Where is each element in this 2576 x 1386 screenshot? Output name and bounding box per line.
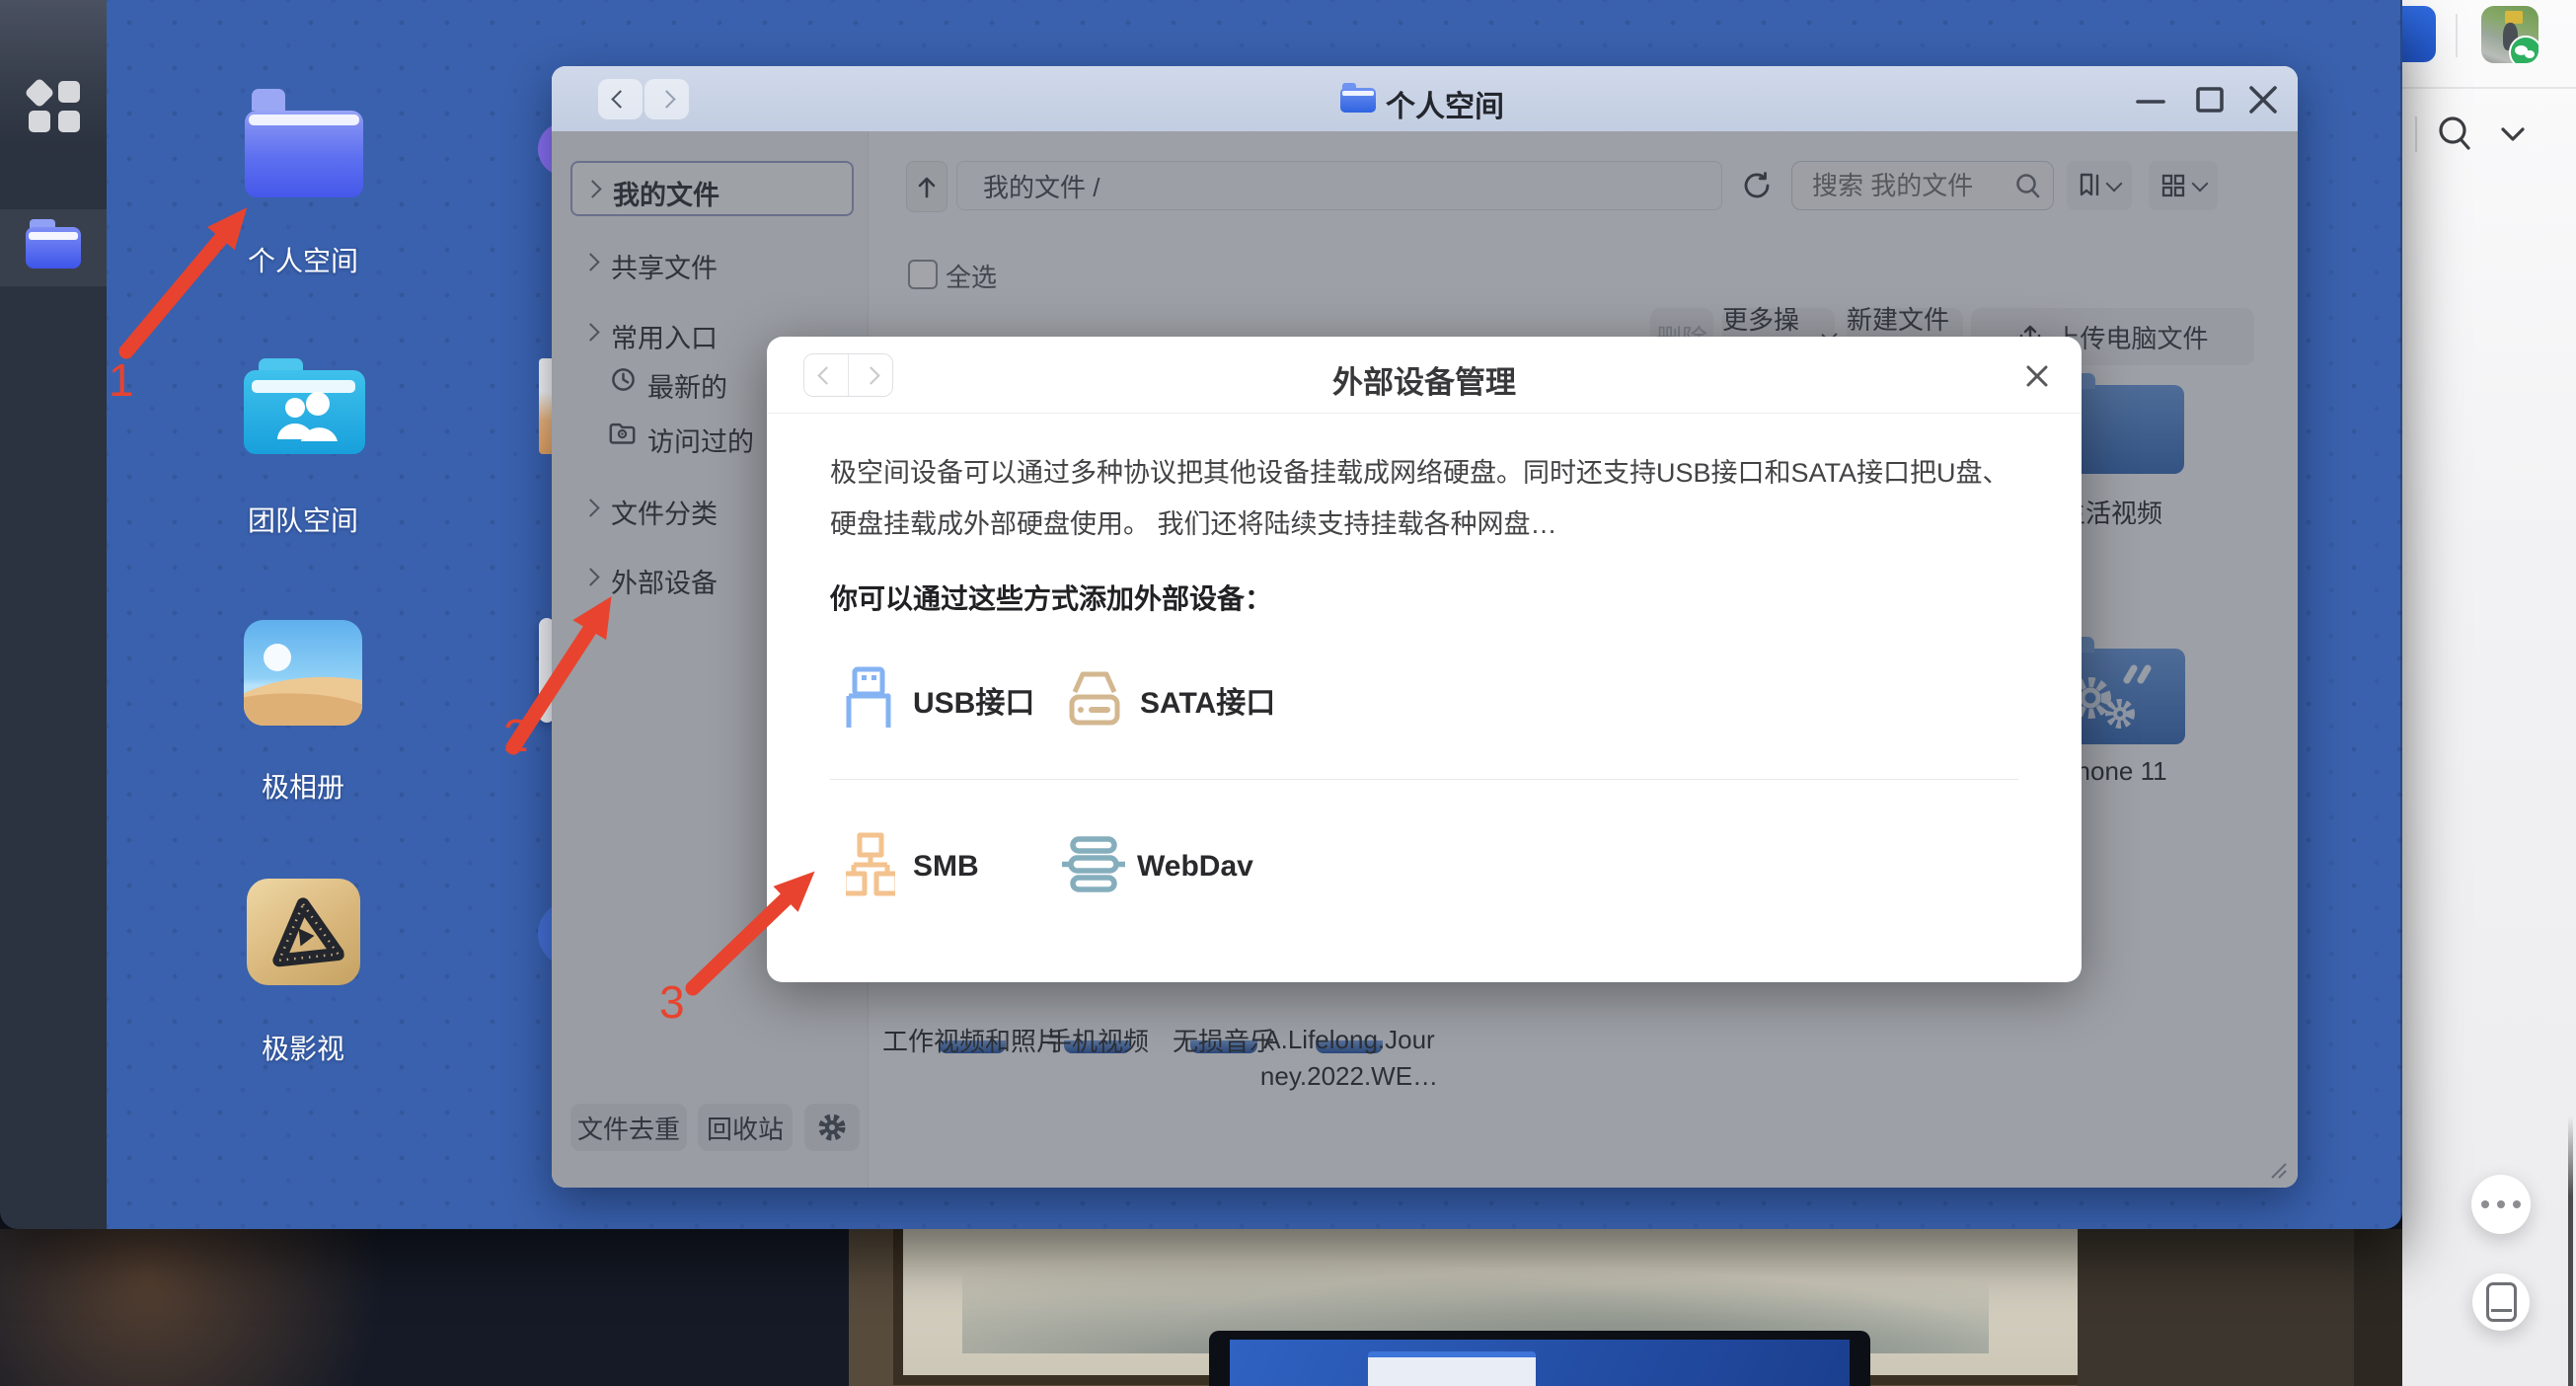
dot bbox=[2513, 1200, 2521, 1208]
webdav-stack-icon bbox=[1061, 836, 1126, 893]
external-device-modal: 外部设备管理 极空间设备可以通过多种协议把其他设备挂载成网络硬盘。同时还支持US… bbox=[767, 337, 2082, 982]
step-number-3: 3 bbox=[659, 975, 685, 1029]
people-icon bbox=[271, 390, 339, 445]
desktop-icon-photos[interactable] bbox=[244, 620, 362, 726]
folder-tab bbox=[252, 89, 285, 111]
option-usb[interactable]: USB接口 bbox=[842, 662, 1059, 733]
phone-icon bbox=[2486, 1282, 2517, 1322]
titlebar[interactable]: 个人空间 bbox=[552, 66, 2298, 131]
sata-drive-icon bbox=[1067, 668, 1122, 728]
tile bbox=[58, 111, 80, 132]
chevron-right-icon bbox=[657, 90, 675, 108]
step-number-1: 1 bbox=[109, 353, 134, 407]
dock bbox=[0, 0, 107, 1229]
desktop-icon-label[interactable]: 极影视 bbox=[185, 1028, 421, 1067]
photo-monitor bbox=[1209, 1331, 1870, 1386]
options-divider bbox=[830, 779, 2018, 780]
window-back-button[interactable] bbox=[598, 79, 643, 119]
screen: 个人空间 团队空间 极相册 极影视 bbox=[0, 0, 2576, 1386]
dot bbox=[2497, 1200, 2505, 1208]
wechat-badge-icon bbox=[2509, 36, 2538, 63]
modal-description: 极空间设备可以通过多种协议把其他设备挂载成网络硬盘。同时还支持USB接口和SAT… bbox=[830, 447, 2029, 550]
window-forward-button[interactable] bbox=[644, 79, 689, 119]
host-divider-h bbox=[2402, 87, 2576, 89]
wechat-bubble-2 bbox=[2525, 50, 2535, 58]
close-button[interactable] bbox=[2243, 80, 2283, 119]
tile bbox=[58, 81, 80, 103]
dot bbox=[2481, 1200, 2489, 1208]
minimize-button[interactable] bbox=[2131, 80, 2170, 119]
option-label: SATA接口 bbox=[1140, 678, 1275, 722]
background-photo bbox=[0, 1229, 2402, 1386]
option-label: SMB bbox=[913, 850, 979, 884]
option-sata[interactable]: SATA接口 bbox=[1067, 662, 1304, 733]
desktop-icon-label[interactable]: 个人空间 bbox=[185, 240, 421, 279]
chevron-down-icon[interactable] bbox=[2497, 122, 2529, 146]
modal-header: 外部设备管理 bbox=[767, 337, 2082, 414]
titlebar-folder-icon bbox=[1340, 83, 1376, 113]
option-label: WebDav bbox=[1137, 850, 1253, 884]
photo-shelf-band bbox=[2354, 1229, 2402, 1386]
monitor-screen bbox=[1230, 1340, 1850, 1386]
step-number-2: 2 bbox=[503, 709, 529, 762]
option-webdav[interactable]: WebDav bbox=[1061, 830, 1298, 919]
host-blue-button[interactable] bbox=[2402, 6, 2436, 62]
folder-strip bbox=[249, 115, 359, 125]
tile bbox=[29, 111, 50, 132]
usb-plug-icon bbox=[844, 666, 893, 732]
avatar-sign bbox=[2505, 11, 2523, 24]
host-divider-v1 bbox=[2456, 14, 2458, 57]
maximize-button[interactable] bbox=[2190, 80, 2230, 119]
smb-network-icon bbox=[846, 832, 895, 901]
sun bbox=[264, 644, 291, 671]
chevron-left-icon bbox=[611, 90, 629, 108]
desktop-icon-team-space[interactable] bbox=[244, 358, 365, 454]
screen-edge-line bbox=[2568, 1116, 2573, 1386]
folder-strip bbox=[29, 232, 78, 240]
modal-subtitle: 你可以通过这些方式添加外部设备： bbox=[830, 578, 1272, 617]
apps-grid-icon[interactable] bbox=[26, 79, 83, 136]
monitor-window bbox=[1368, 1351, 1536, 1386]
tile bbox=[24, 77, 54, 108]
more-actions-fab[interactable] bbox=[2471, 1175, 2531, 1234]
host-app-panel bbox=[2402, 0, 2576, 1386]
modal-title: 外部设备管理 bbox=[767, 357, 2082, 402]
host-divider-v2 bbox=[2415, 116, 2417, 152]
mobile-device-fab[interactable] bbox=[2472, 1273, 2530, 1331]
option-label: USB接口 bbox=[913, 678, 1034, 722]
desktop-icon-personal-space[interactable] bbox=[245, 87, 363, 197]
film-triangle-logo bbox=[263, 892, 344, 971]
option-smb[interactable]: SMB bbox=[846, 830, 1043, 919]
desktop-icon-label[interactable]: 极相册 bbox=[185, 766, 421, 806]
nas-desktop-window: 个人空间 团队空间 极相册 极影视 bbox=[0, 0, 2402, 1229]
desktop-icon-movies[interactable] bbox=[247, 879, 360, 985]
search-icon[interactable] bbox=[2434, 113, 2477, 156]
lamp-glow bbox=[0, 1229, 493, 1386]
strip bbox=[1342, 91, 1374, 96]
window-title: 个人空间 bbox=[1386, 82, 1504, 125]
desktop-icon-label[interactable]: 团队空间 bbox=[185, 500, 421, 539]
files-dock-icon[interactable] bbox=[26, 219, 81, 272]
phone-screen-line bbox=[2491, 1309, 2512, 1312]
modal-close-icon[interactable] bbox=[2020, 359, 2054, 393]
avatar[interactable] bbox=[2481, 6, 2538, 63]
